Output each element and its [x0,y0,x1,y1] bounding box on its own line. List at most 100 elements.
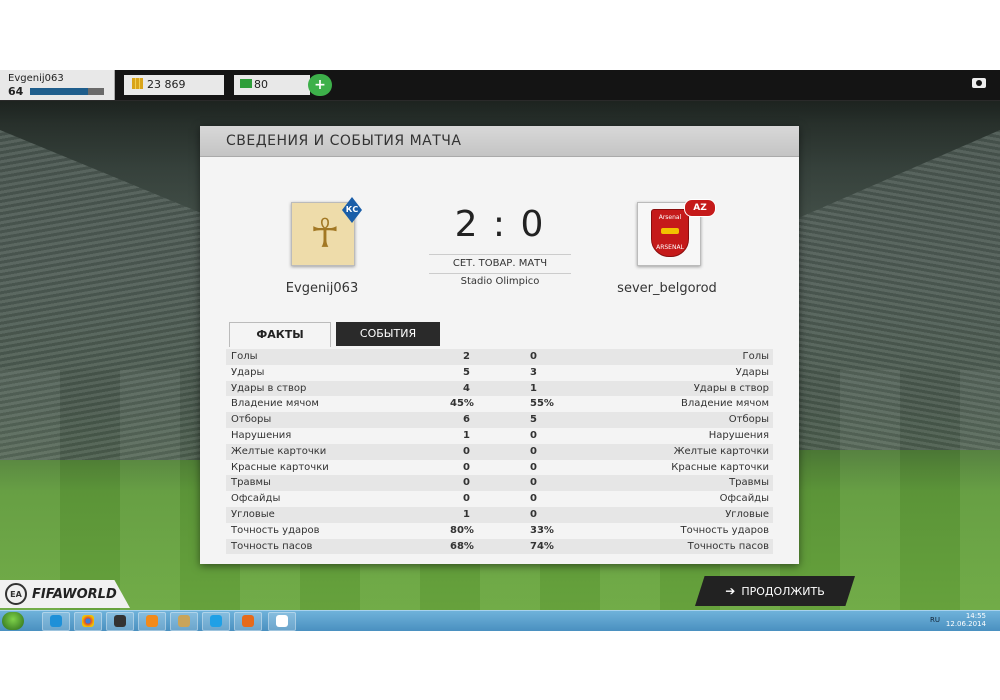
stat-value-home: 0 [463,493,470,505]
clock-time: 14:55 [965,612,986,620]
stats-row: Владение мячом 45% 55% Владение мячом [226,396,773,412]
stat-value-away: 74% [530,540,554,552]
player-icon[interactable] [138,612,166,631]
taskbar-clock[interactable]: 14:55 12.06.2014 [946,612,986,628]
stat-label-away: Владение мячом [681,398,769,410]
tab-events[interactable]: СОБЫТИЯ [336,322,440,346]
stat-value-away: 0 [530,351,537,362]
points-icon [240,79,252,88]
away-team-name: sever_belgorod [617,281,717,296]
points-balance: 80 [234,75,310,95]
stat-value-home: 6 [463,414,470,426]
stat-label-away: Нарушения [708,429,769,441]
stats-row: Красные карточки 0 0 Красные карточки [226,460,773,476]
stat-value-home: 1 [463,429,470,441]
stats-row: Точность пасов 68% 74% Точность пасов [226,538,773,555]
cannon-icon [661,228,679,234]
fifa-world-task-icon[interactable] [268,612,296,631]
language-indicator[interactable]: RU [930,616,940,624]
system-tray: RU [930,616,940,624]
stats-row: Удары в створ 4 1 Удары в створ [226,380,773,397]
stat-value-away: 33% [530,524,554,536]
stat-value-home: 1 [463,508,470,520]
coins-balance: 23 869 [124,75,224,95]
ie-icon[interactable] [42,612,70,631]
stat-value-home: 5 [463,366,470,378]
stats-row: Офсайды 0 0 Офсайды [226,491,773,507]
stat-value-home: 80% [450,524,474,536]
start-button[interactable] [2,612,24,630]
user-profile[interactable]: Evgenij063 64 [0,70,115,100]
coins-icon [132,78,143,89]
stats-row: Удары 5 3 Удары [226,365,773,381]
stat-value-home: 4 [463,382,470,394]
chrome-icon[interactable] [74,612,102,631]
stat-label-away: Точность ударов [680,524,769,536]
stat-value-away: 0 [530,508,537,520]
arsenal-crest-icon: Arsenal ARSENAL [651,209,689,257]
stat-label-away: Желтые карточки [673,445,769,457]
top-bar: Evgenij063 64 23 869 80 + [0,70,1000,101]
home-score: 2 [454,204,480,245]
username: Evgenij063 [8,73,64,84]
stat-value-away: 55% [530,398,554,410]
stat-value-home: 45% [450,398,474,410]
media-icon[interactable] [106,612,134,631]
stat-value-away: 0 [530,429,537,441]
match-score: 2 : 0 [440,204,560,245]
stats-table: Голы 2 0 Голы Удары 5 3 Удары Удары в створ 4 1 Уда… [226,349,773,555]
stat-label-home: Владение мячом [231,398,319,410]
xp-progress-bar [30,88,104,95]
stat-value-away: 0 [530,461,537,473]
stat-label-home: Желтые карточки [231,445,327,457]
home-badge-tag: КС [342,197,362,223]
score-separator: : [492,204,508,245]
game-app-icon[interactable] [170,612,198,631]
stat-value-home: 0 [463,461,470,473]
stat-value-home: 2 [463,351,470,362]
stats-row: Голы 2 0 Голы [226,349,773,365]
tab-facts[interactable]: ФАКТЫ [229,322,331,347]
stat-value-away: 1 [530,382,537,394]
stat-label-away: Голы [742,351,769,362]
fifa-world-logo: EA FIFAWORLD [0,580,130,608]
firefox-icon[interactable] [234,612,262,631]
match-summary-panel: СВЕДЕНИЯ И СОБЫТИЯ МАТЧА ☥ КС Arsenal AR… [200,126,799,564]
away-team-badge: Arsenal ARSENAL AZ [637,199,716,266]
away-badge-text: Arsenal [658,214,682,221]
ankh-icon: ☥ [310,211,340,257]
stat-value-away: 0 [530,477,537,489]
continue-button[interactable]: ➔ ПРОДОЛЖИТЬ [695,576,855,606]
camera-icon[interactable] [972,78,986,88]
stat-label-away: Точность пасов [687,540,769,552]
skype-icon[interactable] [202,612,230,631]
stat-label-away: Удары [735,366,769,378]
stat-label-home: Офсайды [231,493,281,505]
stat-label-home: Нарушения [231,429,292,441]
stat-label-away: Травмы [729,477,769,489]
stat-value-away: 5 [530,414,537,426]
stat-label-home: Травмы [231,477,271,489]
stat-label-home: Точность пасов [231,540,313,552]
clock-date: 12.06.2014 [945,620,986,628]
stats-row: Желтые карточки 0 0 Желтые карточки [226,443,773,460]
match-type: СЕТ. ТОВАР. МАТЧ [429,254,571,274]
stat-value-away: 0 [530,493,537,505]
stat-label-away: Удары в створ [693,382,769,394]
arrow-right-icon: ➔ [725,584,736,598]
panel-header: СВЕДЕНИЯ И СОБЫТИЯ МАТЧА [200,126,799,157]
windows-taskbar: RU 14:55 12.06.2014 [0,610,1000,631]
stat-label-home: Угловые [231,508,275,520]
home-team-badge: ☥ КС [291,197,362,266]
stat-label-away: Красные карточки [671,461,769,473]
stat-label-away: Офсайды [719,493,769,505]
stat-value-home: 0 [463,445,470,457]
stat-value-away: 0 [530,445,537,457]
stats-row: Травмы 0 0 Травмы [226,475,773,492]
away-badge-tag: AZ [684,199,716,217]
stat-label-home: Удары [231,366,265,378]
away-score: 0 [520,204,546,245]
stat-label-home: Отборы [231,414,272,426]
away-badge-bottom: ARSENAL [656,244,684,251]
add-points-button[interactable]: + [308,74,332,96]
